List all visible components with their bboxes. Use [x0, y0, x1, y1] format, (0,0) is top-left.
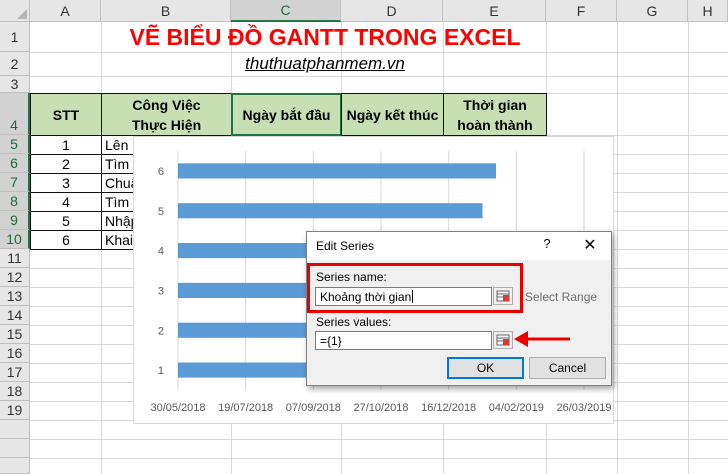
column-header-c[interactable]: C [231, 0, 341, 22]
x-tick-label: 30/05/2018 [150, 402, 205, 414]
sheet-title: VẼ BIỂU ĐỒ GANTT TRONG EXCEL [129, 23, 521, 50]
row-header-13[interactable]: 13 [0, 287, 30, 306]
row-header-21[interactable] [0, 439, 30, 458]
row-header-15[interactable]: 15 [0, 325, 30, 344]
select-range-label: Select Range [525, 290, 598, 304]
collapse-dialog-icon [496, 290, 510, 302]
y-tick-label: 3 [158, 285, 164, 297]
cell-stt[interactable]: 2 [30, 154, 102, 174]
x-tick-label: 26/03/2019 [556, 402, 611, 414]
series-values-value: ={1} [320, 333, 342, 348]
annotation-arrow-icon [514, 331, 570, 347]
gridline [688, 22, 689, 474]
row-header-10[interactable]: 10 [0, 230, 30, 249]
series-values-range-button[interactable] [493, 331, 513, 349]
row-header-4[interactable]: 4 [0, 93, 30, 135]
y-tick-label: 1 [158, 365, 164, 377]
gridline [30, 76, 728, 77]
series-name-value: Khoảng thời gian [320, 289, 412, 304]
dialog-title-bar[interactable]: Edit Series ? ✕ [307, 232, 611, 260]
row-header-11[interactable]: 11 [0, 249, 30, 268]
header-cell-stt[interactable]: STT [30, 93, 102, 136]
x-tick-label: 27/10/2018 [353, 402, 408, 414]
row-header-12[interactable]: 12 [0, 268, 30, 287]
x-tick-label: 07/09/2018 [286, 402, 341, 414]
row-header-20[interactable] [0, 420, 30, 439]
cell-stt[interactable]: 1 [30, 135, 102, 155]
sheet-subtitle: thuthuatphanmem.vn [245, 54, 405, 73]
bar-5[interactable] [178, 203, 483, 219]
gridline [30, 458, 728, 459]
header-cell-duration[interactable]: Thời gian hoàn thành [443, 93, 547, 136]
row-header-2[interactable]: 2 [0, 52, 30, 76]
bar-6[interactable] [178, 163, 497, 179]
cancel-button[interactable]: Cancel [529, 357, 606, 379]
x-tick-label: 16/12/2018 [421, 402, 476, 414]
header-cell-end-date[interactable]: Ngày kết thúc [341, 93, 444, 136]
row-header-3[interactable]: 3 [0, 76, 30, 93]
gridline [30, 439, 728, 440]
help-button[interactable]: ? [539, 236, 555, 254]
cell-stt[interactable]: 3 [30, 173, 102, 193]
row-header-1[interactable]: 1 [0, 22, 30, 52]
column-header-h[interactable]: H [688, 0, 728, 22]
column-header-g[interactable]: G [617, 0, 688, 22]
series-values-input[interactable]: ={1} [315, 331, 492, 350]
series-name-label: Series name: [316, 270, 387, 284]
row-header-17[interactable]: 17 [0, 363, 30, 382]
series-name-range-button[interactable] [493, 287, 513, 305]
cell-stt[interactable]: 4 [30, 192, 102, 212]
y-tick-label: 5 [158, 206, 164, 218]
row-header-6[interactable]: 6 [0, 154, 30, 173]
gridline [617, 22, 618, 474]
header-cell-task[interactable]: Công Việc Thực Hiện [101, 93, 232, 136]
row-header-8[interactable]: 8 [0, 192, 30, 211]
y-tick-label: 6 [158, 166, 164, 178]
x-tick-label: 19/07/2018 [218, 402, 273, 414]
edit-series-dialog: Edit Series ? ✕ Series name: Khoảng thời… [306, 231, 612, 386]
cell-stt[interactable]: 5 [30, 211, 102, 231]
row-header-22[interactable] [0, 458, 30, 474]
select-all-corner[interactable] [0, 0, 30, 22]
column-header-a[interactable]: A [30, 0, 101, 22]
column-header-d[interactable]: D [341, 0, 443, 22]
row-header-9[interactable]: 9 [0, 211, 30, 230]
cell-stt[interactable]: 6 [30, 230, 102, 250]
dialog-title: Edit Series [316, 239, 375, 253]
series-values-label: Series values: [316, 315, 392, 329]
column-header-f[interactable]: F [546, 0, 617, 22]
row-header-18[interactable]: 18 [0, 382, 30, 401]
collapse-dialog-icon [496, 334, 510, 346]
y-tick-label: 4 [158, 246, 164, 258]
x-tick-label: 04/02/2019 [489, 402, 544, 414]
series-name-input[interactable]: Khoảng thời gian [315, 287, 492, 306]
row-header-5[interactable]: 5 [0, 135, 30, 154]
y-tick-label: 2 [158, 325, 164, 337]
row-header-16[interactable]: 16 [0, 344, 30, 363]
row-header-19[interactable]: 19 [0, 401, 30, 420]
ok-button[interactable]: OK [447, 357, 524, 379]
column-header-b[interactable]: B [101, 0, 231, 22]
row-header-7[interactable]: 7 [0, 173, 30, 192]
header-cell-start-date[interactable]: Ngày bắt đầu [231, 93, 342, 136]
row-header-14[interactable]: 14 [0, 306, 30, 325]
close-button[interactable]: ✕ [580, 235, 600, 255]
column-header-e[interactable]: E [443, 0, 546, 22]
